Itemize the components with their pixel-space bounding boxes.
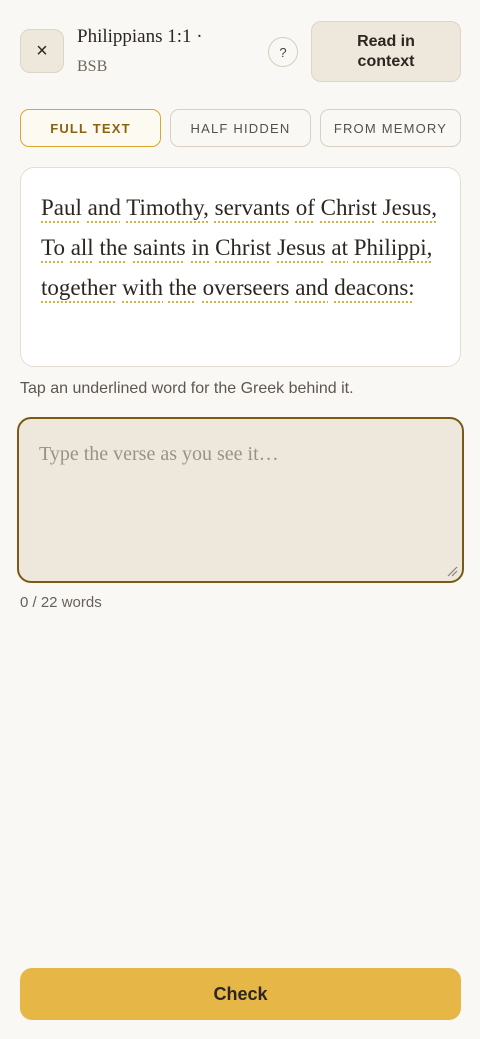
word-count: 0 / 22 words bbox=[20, 594, 102, 611]
close-icon: × bbox=[36, 39, 48, 62]
check-button[interactable]: Check bbox=[20, 968, 461, 1020]
verse-word[interactable]: To bbox=[41, 235, 65, 260]
verse-word[interactable]: Jesus bbox=[277, 235, 326, 260]
verse-word[interactable]: Timothy, bbox=[126, 195, 209, 220]
resize-handle-icon[interactable] bbox=[446, 565, 458, 577]
mode-from-memory[interactable]: FROM MEMORY bbox=[320, 109, 461, 147]
verse-word[interactable]: servants bbox=[215, 195, 290, 220]
verse-word[interactable]: the bbox=[169, 275, 197, 300]
verse-word[interactable]: all bbox=[71, 235, 94, 260]
verse-word[interactable]: Christ bbox=[321, 195, 377, 220]
verse-word[interactable]: and bbox=[295, 275, 328, 300]
verse-word[interactable]: Paul bbox=[41, 195, 82, 220]
verse-word[interactable]: in bbox=[191, 235, 209, 260]
verse-word[interactable]: saints bbox=[133, 235, 185, 260]
verse-card: Paul and Timothy, servants of Christ Jes… bbox=[20, 167, 461, 367]
close-button[interactable]: × bbox=[20, 29, 64, 73]
verse-word[interactable]: at bbox=[331, 235, 348, 260]
mode-half-hidden[interactable]: HALF HIDDEN bbox=[170, 109, 311, 147]
title-block: Philippians 1:1 · BSB bbox=[77, 24, 257, 78]
mode-full-text[interactable]: FULL TEXT bbox=[20, 109, 161, 147]
verse-word[interactable]: together bbox=[41, 275, 116, 300]
mode-selector: FULL TEXT HALF HIDDEN FROM MEMORY bbox=[20, 109, 461, 147]
verse-word[interactable]: of bbox=[296, 195, 315, 220]
help-button[interactable]: ? bbox=[268, 37, 298, 67]
read-in-context-button[interactable]: Read in context bbox=[311, 21, 461, 82]
verse-word[interactable]: Christ bbox=[215, 235, 271, 260]
verse-word[interactable]: Jesus, bbox=[383, 195, 437, 220]
header: × Philippians 1:1 · BSB ? Read in contex… bbox=[20, 20, 461, 82]
verse-word[interactable]: and bbox=[88, 195, 121, 220]
verse-word[interactable]: Philippi, bbox=[354, 235, 433, 260]
verse-input[interactable] bbox=[17, 417, 464, 583]
bible-version: BSB bbox=[77, 58, 108, 75]
verse-word[interactable]: the bbox=[99, 235, 127, 260]
verse-word[interactable]: overseers bbox=[203, 275, 290, 300]
verse-reference: Philippians 1:1 · bbox=[77, 26, 203, 47]
verse-text: Paul and Timothy, servants of Christ Jes… bbox=[41, 188, 440, 308]
verse-word[interactable]: deacons: bbox=[334, 275, 414, 300]
question-icon: ? bbox=[279, 44, 287, 60]
verse-word[interactable]: with bbox=[122, 275, 163, 300]
greek-hint: Tap an underlined word for the Greek beh… bbox=[20, 380, 354, 397]
